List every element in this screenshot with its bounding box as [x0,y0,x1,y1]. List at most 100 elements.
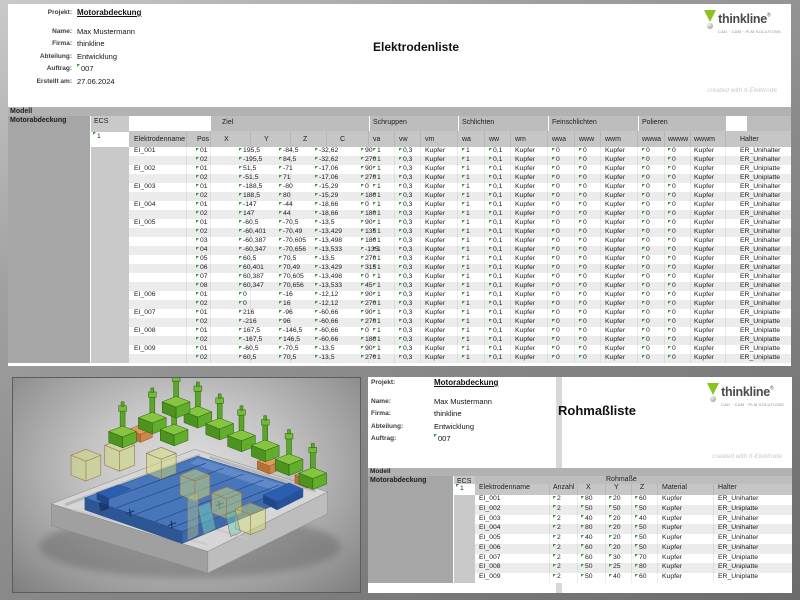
meta-projekt: Projekt: Motorabdeckung [26,8,141,21]
comment-marker-icon [668,220,671,223]
model-3d-viewport[interactable] [12,377,361,593]
comment-marker-icon [642,346,645,349]
comment-marker-icon [361,337,364,340]
cell-ww: 0,1 [485,354,511,363]
comment-marker-icon [609,574,612,577]
cell-wwwm: Kupfer [691,246,726,255]
rohmass-row: EI_0012802060KupferER_Unihalter [475,495,792,505]
meta-label: Auftrag: [371,434,429,443]
comment-marker-icon [668,346,671,349]
cell-wwa: 0 [548,165,575,174]
comment-marker-icon [315,193,318,196]
cell-y: -71 [251,165,291,174]
cell-anzahl: 2 [550,515,578,525]
cell-material: Kupfer [658,524,714,534]
comment-marker-icon [579,202,582,205]
comment-marker-icon [489,301,492,304]
cell-z: 60 [632,573,658,583]
cell-wwwm: Kupfer [691,183,726,192]
cell-wwa: 0 [548,228,575,237]
cell-wwwa: 0 [638,219,665,228]
comment-marker-icon [399,193,402,196]
meta-projekt: Projekt: Motorabdeckung [371,378,498,391]
comment-marker-icon [462,157,465,160]
comment-marker-icon [552,157,555,160]
comment-marker-icon [361,211,364,214]
cell-pos: 05 [187,255,211,264]
cell-wwa: 0 [548,201,575,210]
comment-marker-icon [373,184,376,187]
cell-www: 0 [575,354,601,363]
cell-wwa: 0 [548,273,575,282]
cell-wm: Kupfer [511,147,548,156]
cell-pos: 01 [187,147,211,156]
comment-marker-icon [196,220,199,223]
comment-marker-icon [361,202,364,205]
meta-label: Abteilung: [26,52,72,61]
comment-marker-icon [196,211,199,214]
ecs-value-cell: 1 [91,132,129,147]
comment-marker-icon [361,274,364,277]
comment-marker-icon [279,301,282,304]
comment-marker-icon [579,220,582,223]
comment-marker-icon [579,274,582,277]
column-header: Anzahl [550,484,578,495]
cell-wwwa: 0 [638,345,665,354]
rohmass-row: EI_0072603070KupferER_Uniplatte [475,554,792,564]
cell-wwwm: Kupfer [691,354,726,363]
comment-marker-icon [373,283,376,286]
cell-wwm: Kupfer [601,354,638,363]
cell-www: 0 [575,264,601,273]
cell-wwwa: 0 [638,318,665,327]
comment-marker-icon [315,310,318,313]
cell-pos: 01 [187,183,211,192]
cell-wwm: Kupfer [601,156,638,165]
comment-marker-icon [239,157,242,160]
electrode-row: 02-195,584,5-32,6227010,3Kupfer10,1Kupfe… [129,156,791,165]
column-header: vm [421,131,458,147]
cell-y: -96 [251,309,291,318]
cell-material: Kupfer [658,544,714,554]
meta-value: Max Mustermann [434,397,492,406]
comment-marker-icon [553,496,556,499]
cell-va: 1 [369,183,395,192]
comment-marker-icon [315,319,318,322]
cell-wwm: Kupfer [601,327,638,336]
comment-marker-icon [581,525,584,528]
cell-vm: Kupfer [421,345,458,354]
cell-wwm: Kupfer [601,165,638,174]
cell-halter: ER_Uniplatte [714,505,792,515]
cell-vm: Kupfer [421,237,458,246]
cell-anzahl: 2 [550,505,578,515]
cell-halter: ER_Uniplatte [730,336,791,345]
cell-ww: 0,1 [485,327,511,336]
cell-vw: 0,3 [395,210,421,219]
comment-marker-icon [239,247,242,250]
cell-x: -60,401 [211,228,251,237]
cell-www: 0 [575,219,601,228]
cell-wm: Kupfer [511,174,548,183]
cell-wwwa: 0 [638,210,665,219]
electrode-row: EI_00701216-96-60,669010,3Kupfer10,1Kupf… [129,309,791,318]
cell-anzahl: 2 [550,554,578,564]
cell-wwa: 0 [548,255,575,264]
cell-wwm: Kupfer [601,192,638,201]
cell-wwwm: Kupfer [691,291,726,300]
cell-wwa: 0 [548,156,575,165]
cell-elektrodenname: EI_004 [129,201,187,210]
cell-elektrodenname: EI_002 [475,505,550,515]
cell-elektrodenname: EI_009 [475,573,550,583]
cell-wwww: 0 [665,219,691,228]
comment-marker-icon [668,166,671,169]
cell-wa: 1 [458,156,485,165]
comment-marker-icon [668,229,671,232]
comment-marker-icon [635,544,638,547]
created-with-note: created with tl-Elektrode [707,87,777,94]
cell-z: -13,5 [291,354,327,363]
comment-marker-icon [489,202,492,205]
comment-marker-icon [373,220,376,223]
cell-vm: Kupfer [421,228,458,237]
logo-triangle-icon [704,10,716,22]
comment-marker-icon [579,292,582,295]
comment-marker-icon [279,148,282,151]
